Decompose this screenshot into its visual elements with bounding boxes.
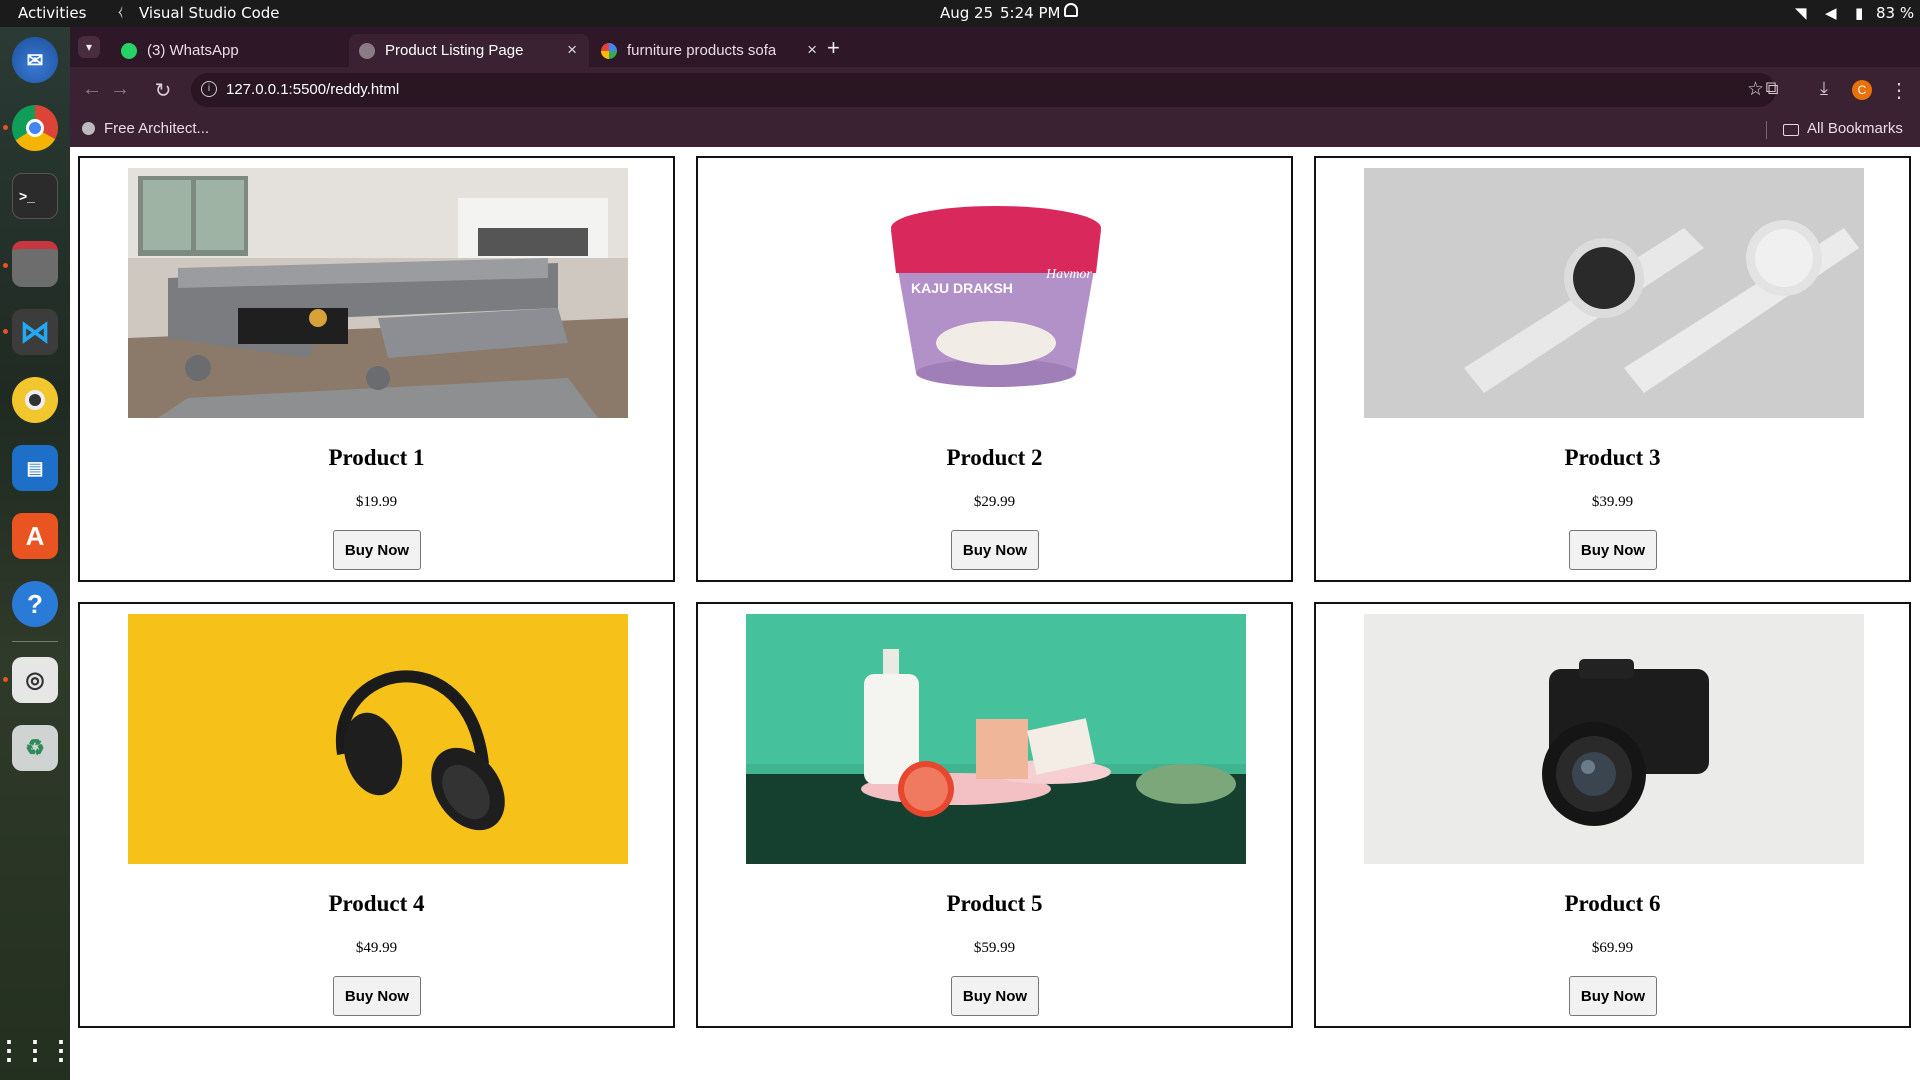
running-indicator	[3, 263, 8, 268]
product-card: Product 5 $59.99 Buy Now	[696, 602, 1293, 1028]
product-price: $29.99	[973, 494, 1016, 510]
product-image-ice-cream: Havmor KAJU DRAKSH	[746, 168, 1246, 418]
thunderbird-icon[interactable]: ✉	[12, 37, 58, 83]
close-tab-icon[interactable]: ×	[807, 40, 817, 60]
page-favicon-icon	[359, 42, 375, 59]
product-price: $39.99	[1591, 494, 1634, 510]
running-indicator	[3, 677, 8, 682]
product-image-sofa	[128, 168, 628, 418]
activities-button[interactable]: Activities	[18, 4, 86, 22]
writer-icon[interactable]: ▤	[12, 445, 58, 491]
product-price: $69.99	[1591, 940, 1634, 956]
buy-now-button[interactable]: Buy Now	[951, 530, 1039, 570]
focused-app-label[interactable]: Visual Studio Code	[139, 4, 280, 22]
buy-now-button[interactable]: Buy Now	[333, 530, 421, 570]
files-icon[interactable]	[12, 241, 58, 287]
product-name: Product 2	[946, 445, 1043, 470]
extensions-puzzle-icon[interactable]: ⧉	[1758, 78, 1786, 99]
product-name: Product 6	[1564, 891, 1661, 916]
trash-icon[interactable]: ♻	[12, 725, 58, 771]
tab-label: Product Listing Page	[385, 42, 524, 59]
url-text[interactable]: 127.0.0.1:5500/reddy.html	[226, 81, 399, 98]
notification-bell-icon[interactable]	[1064, 3, 1078, 17]
forward-arrow-icon[interactable]: →	[106, 78, 134, 101]
all-bookmarks-button[interactable]: All Bookmarks	[1807, 120, 1903, 137]
running-indicator	[3, 125, 8, 130]
vscode-app-icon: ⧼	[118, 4, 123, 20]
document-viewer-icon[interactable]: ◎	[12, 657, 58, 703]
running-indicator	[3, 329, 8, 334]
product-card: Product 1 $19.99 Buy Now	[78, 156, 675, 582]
product-name: Product 4	[328, 891, 425, 916]
product-price: $19.99	[355, 494, 398, 510]
ice-cream-brand-text: Havmor	[1045, 267, 1092, 282]
new-tab-plus-icon[interactable]: +	[827, 35, 840, 61]
ubuntu-dock: ✉ >_ ⋈ ▤ A ? ◎ ♻ ⋮⋮⋮	[0, 27, 74, 1080]
browser-menu-kebab-icon[interactable]: ⋮	[1885, 78, 1913, 103]
buy-now-button[interactable]: Buy Now	[1569, 530, 1657, 570]
tab-product-listing[interactable]: Product Listing Page ×	[349, 34, 589, 67]
product-card: Havmor KAJU DRAKSH Product 2 $29.99 Buy …	[696, 156, 1293, 582]
product-image-smartwatch	[1364, 168, 1864, 418]
product-image-cosmetics	[746, 614, 1246, 864]
profile-avatar[interactable]: C	[1852, 80, 1872, 100]
tab-search-chevron-icon[interactable]: ▾	[78, 36, 100, 58]
product-price: $49.99	[355, 940, 398, 956]
product-card: Product 4 $49.99 Buy Now	[78, 602, 675, 1028]
bookmarks-bar: Free Architect... All Bookmarks	[70, 113, 1920, 147]
download-icon[interactable]: ⤓	[1810, 78, 1838, 99]
tab-google-search[interactable]: furniture products sofa ×	[589, 34, 829, 67]
product-image-camera	[1364, 614, 1864, 864]
product-name: Product 5	[946, 891, 1043, 916]
help-icon[interactable]: ?	[12, 581, 58, 627]
buy-now-button[interactable]: Buy Now	[1569, 976, 1657, 1016]
date-label[interactable]: Aug 25	[940, 4, 993, 22]
bookmarks-divider	[1766, 121, 1767, 139]
time-label[interactable]: 5:24 PM	[1000, 4, 1060, 22]
bookmark-free-architect[interactable]: Free Architect...	[104, 120, 209, 137]
dock-separator	[12, 641, 58, 642]
rhythmbox-icon[interactable]	[12, 377, 58, 423]
site-info-icon[interactable]: i	[201, 81, 217, 97]
app-center-icon[interactable]: A	[12, 513, 58, 559]
tab-label: furniture products sofa	[627, 42, 777, 59]
product-name: Product 1	[328, 445, 425, 470]
product-card: Product 3 $39.99 Buy Now	[1314, 156, 1911, 582]
product-card: Product 6 $69.99 Buy Now	[1314, 602, 1911, 1028]
buy-now-button[interactable]: Buy Now	[333, 976, 421, 1016]
product-price: $59.99	[973, 940, 1016, 956]
vscode-icon[interactable]: ⋈	[12, 309, 58, 355]
terminal-icon[interactable]: >_	[12, 173, 58, 219]
google-favicon-icon	[601, 42, 617, 59]
folder-icon	[1783, 124, 1799, 136]
product-name: Product 3	[1564, 445, 1661, 470]
tab-strip: ▾ (3) WhatsApp × Product Listing Page × …	[70, 27, 1920, 67]
wifi-icon[interactable]: ◥	[1795, 4, 1807, 22]
product-image-headphones	[128, 614, 628, 864]
show-apps-grid-icon[interactable]: ⋮⋮⋮	[0, 1027, 74, 1073]
ice-cream-flavour-text: KAJU DRAKSH	[911, 280, 1013, 296]
chrome-icon[interactable]	[12, 105, 58, 151]
page-content: Product 1 $19.99 Buy Now Havmor KAJU DRA…	[70, 147, 1920, 1080]
bookmark-favicon-icon	[82, 122, 95, 135]
system-top-bar: Activities ⧼ Visual Studio Code Aug 25 5…	[0, 0, 1920, 27]
address-bar[interactable]: i 127.0.0.1:5500/reddy.html ☆	[191, 73, 1776, 107]
battery-icon[interactable]: ▮	[1855, 4, 1863, 22]
back-arrow-icon[interactable]: ←	[78, 78, 106, 101]
whatsapp-favicon-icon	[121, 42, 137, 59]
battery-percent: 83 %	[1876, 4, 1915, 22]
reload-icon[interactable]: ↻	[149, 78, 177, 103]
volume-icon[interactable]: ◀	[1825, 4, 1837, 22]
browser-chrome: ▾ (3) WhatsApp × Product Listing Page × …	[70, 27, 1920, 147]
close-tab-icon[interactable]: ×	[567, 40, 577, 60]
buy-now-button[interactable]: Buy Now	[951, 976, 1039, 1016]
tab-label: (3) WhatsApp	[147, 42, 239, 59]
